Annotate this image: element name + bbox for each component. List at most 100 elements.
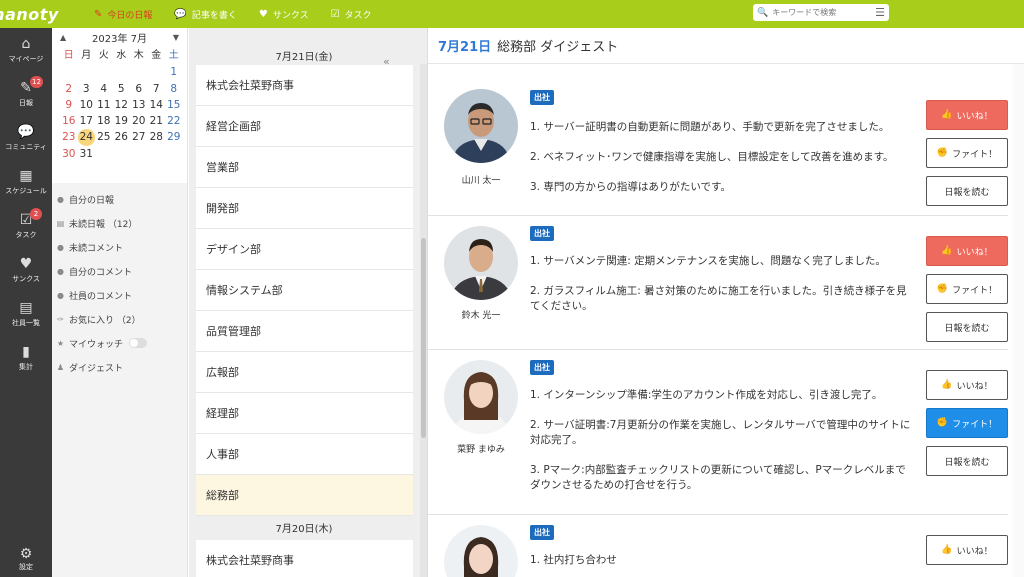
department-item[interactable]: 人事部 <box>196 434 413 475</box>
task-check-icon: ☑ <box>330 8 340 20</box>
calendar-day[interactable]: 10 <box>78 97 96 113</box>
calendar-day[interactable]: 27 <box>130 129 148 145</box>
nav-task[interactable]: ☑ タスク <box>331 8 372 21</box>
calendar-day[interactable]: 3 <box>78 81 96 97</box>
department-item[interactable]: 経理部 <box>196 393 413 434</box>
calendar-day[interactable]: 23 <box>60 129 78 145</box>
calendar-day[interactable]: 7 <box>148 81 166 97</box>
nav-todays-report[interactable]: ✎ 今日の日報 <box>94 8 152 21</box>
fight-button[interactable]: ✊ ファイト！ <box>926 408 1008 438</box>
like-button[interactable]: 👍 いいね！ <box>926 236 1008 266</box>
menu-digest[interactable]: ♟ ダイジェスト <box>52 355 187 379</box>
comment-icon: ● <box>57 242 64 252</box>
search-box[interactable]: 🔍 ☰ <box>753 4 889 21</box>
department-item[interactable]: 品質管理部 <box>196 311 413 352</box>
calendar-day[interactable]: 16 <box>60 113 78 129</box>
menu-unread-comments[interactable]: ● 未読コメント <box>52 235 187 259</box>
search-input[interactable] <box>772 8 863 17</box>
read-report-button[interactable]: 日報を読む <box>926 312 1008 342</box>
sidenav-item-thanks[interactable]: ♥ サンクス <box>0 248 52 292</box>
calendar-day[interactable]: 22 <box>165 113 183 129</box>
sidenav-item-settings[interactable]: ⚙ 設定 <box>0 541 52 577</box>
sidenav-item-stats[interactable]: ▮ 集計 <box>0 336 52 380</box>
calendar-day[interactable]: 8 <box>165 81 183 97</box>
calendar-day[interactable]: 2 <box>60 81 78 97</box>
nav-write-article[interactable]: 💬 記事を書く <box>174 8 236 21</box>
avatar[interactable] <box>444 226 518 300</box>
calendar-day[interactable]: 28 <box>148 129 166 145</box>
department-item[interactable]: 総務部 <box>196 475 413 516</box>
nav-thanks[interactable]: ♥ サンクス <box>259 8 309 21</box>
calendar-day[interactable]: 25 <box>95 129 113 145</box>
calendar-day[interactable]: 15 <box>165 97 183 113</box>
department-item[interactable]: 開発部 <box>196 188 413 229</box>
department-item[interactable]: 広報部 <box>196 352 413 393</box>
calendar-day[interactable]: 30 <box>60 146 78 162</box>
main-scrollbar[interactable] <box>1013 64 1024 577</box>
like-button[interactable]: 👍 いいね！ <box>926 535 1008 565</box>
weekday-header: 日 <box>63 50 74 61</box>
nanoty-logo[interactable]: nanoty <box>0 0 58 28</box>
sidenav-item-schedule[interactable]: ▦ スケジュール <box>0 160 52 204</box>
my-watch-toggle[interactable] <box>129 338 148 348</box>
calendar-day[interactable]: 13 <box>130 97 148 113</box>
calendar-day[interactable]: 11 <box>95 97 113 113</box>
calendar-day[interactable]: 24 <box>77 129 95 146</box>
calendar-day[interactable]: 6 <box>130 81 148 97</box>
report-entry: 山川 太一 出社 1. サーバー証明書の自動更新に問題があり、手動で更新を完了さ… <box>428 64 1008 216</box>
avatar-photo-woman-smiling <box>444 525 518 577</box>
document-icon: ▤ <box>56 218 65 228</box>
sidenav-item-employees[interactable]: ▤ 社員一覧 <box>0 292 52 336</box>
calendar-empty-cell <box>130 64 148 80</box>
menu-my-watch[interactable]: ★ マイウォッチ <box>52 331 187 355</box>
like-button[interactable]: 👍 いいね！ <box>926 100 1008 130</box>
calendar-day[interactable]: 18 <box>95 113 113 129</box>
calendar-day[interactable]: 21 <box>148 113 166 129</box>
department-item[interactable]: デザイン部 <box>196 229 413 270</box>
calendar-day[interactable]: 14 <box>148 97 166 113</box>
thumbs-up-icon: 👍 <box>941 110 953 120</box>
department-item[interactable]: 営業部 <box>196 147 413 188</box>
calendar-day[interactable]: 1 <box>165 64 183 80</box>
filter-settings-icon[interactable]: ☰ <box>875 6 885 19</box>
menu-employee-comments[interactable]: ● 社員のコメント <box>52 283 187 307</box>
avatar[interactable] <box>444 89 518 163</box>
fight-button[interactable]: ✊ ファイト！ <box>926 274 1008 304</box>
menu-my-comments[interactable]: ● 自分のコメント <box>52 259 187 283</box>
avatar[interactable] <box>444 360 518 434</box>
sidenav-item-task[interactable]: ☑ タスク 2 <box>0 204 52 248</box>
calendar-day[interactable]: 5 <box>113 81 131 97</box>
department-item[interactable]: 株式会社菜野商事 <box>196 540 413 577</box>
sidenav-item-report[interactable]: ✎ 日報 12 <box>0 72 52 116</box>
avatar-photo-man-suit <box>444 226 518 300</box>
read-report-button[interactable]: 日報を読む <box>926 446 1008 476</box>
calendar-day[interactable]: 12 <box>113 97 131 113</box>
avatar[interactable] <box>444 525 518 577</box>
comment-icon: ● <box>57 266 64 276</box>
read-report-button[interactable]: 日報を読む <box>926 176 1008 206</box>
side-nav: ⌂ マイページ ✎ 日報 12 💬 コミュニティ ▦ スケジュール ☑ タスク … <box>0 28 52 577</box>
department-item[interactable]: 株式会社菜野商事 <box>196 65 413 106</box>
fight-button[interactable]: ✊ ファイト！ <box>926 138 1008 168</box>
menu-my-report[interactable]: ● 自分の日報 <box>52 187 187 211</box>
calendar-day[interactable]: 9 <box>60 97 78 113</box>
next-month-arrow-icon[interactable]: ▼ <box>173 33 179 42</box>
calendar-day[interactable]: 26 <box>113 129 131 145</box>
calendar-day[interactable]: 19 <box>113 113 131 129</box>
calendar-day[interactable]: 20 <box>130 113 148 129</box>
sidenav-item-community[interactable]: 💬 コミュニティ <box>0 116 52 160</box>
department-item[interactable]: 情報システム部 <box>196 270 413 311</box>
sidenav-item-mypage[interactable]: ⌂ マイページ <box>0 28 52 72</box>
menu-favorites[interactable]: ✑ お気に入り （2） <box>52 307 187 331</box>
calendar-day[interactable]: 31 <box>78 146 96 162</box>
prev-month-arrow-icon[interactable]: ▲ <box>60 33 66 42</box>
department-item[interactable]: 経営企画部 <box>196 106 413 147</box>
star-icon: ★ <box>56 338 65 348</box>
calendar-day[interactable]: 29 <box>165 129 183 145</box>
dept-scrollbar-thumb[interactable] <box>421 238 426 438</box>
menu-unread-reports[interactable]: ▤ 未読日報 （12） <box>52 211 187 235</box>
calendar-day[interactable]: 4 <box>95 81 113 97</box>
like-button[interactable]: 👍 いいね！ <box>926 370 1008 400</box>
calendar-day[interactable]: 17 <box>78 113 96 129</box>
calendar-header: ▲ 2023年 7月 ▼ <box>52 30 187 45</box>
